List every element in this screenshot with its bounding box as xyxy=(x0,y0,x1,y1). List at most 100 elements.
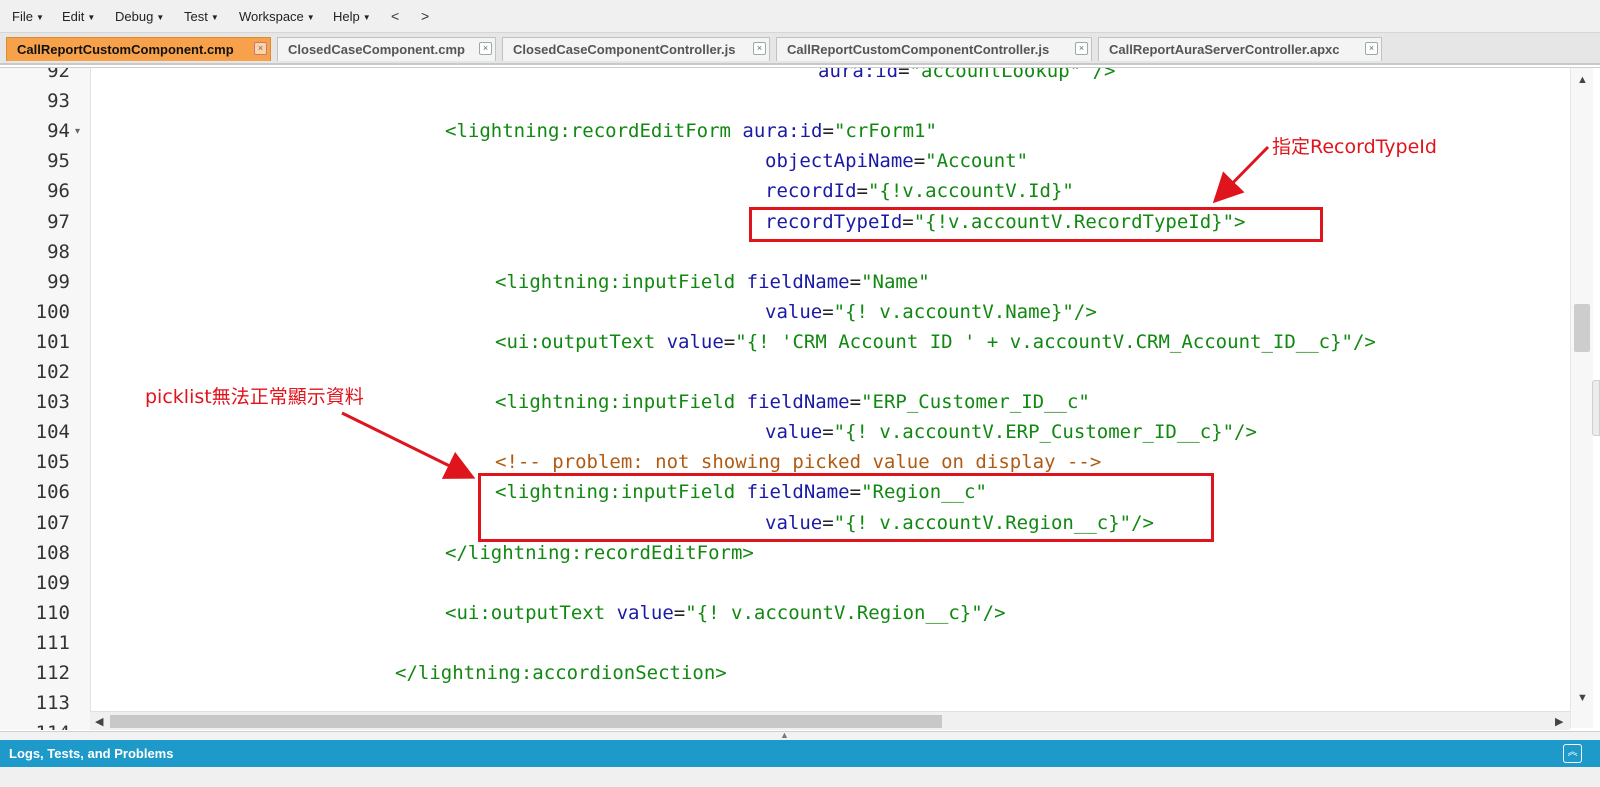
code-token: value xyxy=(765,421,823,444)
tab-callreportauraservercontroller-apxc[interactable]: CallReportAuraServerController.apxc × xyxy=(1098,37,1382,61)
caret-down-icon: ▼ xyxy=(35,13,44,22)
caret-down-icon: ▼ xyxy=(156,13,165,22)
picklist-highlight-box xyxy=(478,473,1214,542)
menu-file[interactable]: File ▼ xyxy=(12,9,44,24)
menu-workspace-label: Workspace xyxy=(239,9,304,24)
vertical-scrollbar[interactable]: ▲ ▼ xyxy=(1570,68,1593,728)
code-token: fieldName xyxy=(746,391,850,414)
code-token: = xyxy=(849,270,862,293)
code-token: = xyxy=(822,120,834,143)
code-token: = xyxy=(822,300,834,323)
scroll-down-icon[interactable]: ▼ xyxy=(1577,692,1588,704)
close-icon[interactable]: × xyxy=(753,42,766,55)
menu-edit-label: Edit xyxy=(62,9,85,24)
menu-test-label: Test xyxy=(184,9,208,24)
close-icon[interactable]: × xyxy=(254,42,267,55)
code-line: <ui:outputText value="{! v.accountV.Regi… xyxy=(445,602,1006,624)
tab-callreportcustomcomponent-cmp[interactable]: CallReportCustomComponent.cmp × xyxy=(6,37,271,61)
close-icon[interactable]: × xyxy=(479,42,492,55)
tab-closedcasecomponentcontroller-js[interactable]: ClosedCaseComponentController.js × xyxy=(502,37,770,61)
code-line: aura:id="accountLookup" /> xyxy=(818,67,1116,82)
close-icon[interactable]: × xyxy=(1365,42,1378,55)
panel-splitter[interactable]: ▲ xyxy=(0,730,1600,740)
code-token: <!-- problem: not showing picked value o… xyxy=(495,451,1102,474)
code-token: "Account" xyxy=(925,150,1029,173)
splitter-up-icon[interactable]: ▲ xyxy=(780,730,789,740)
code-token: <lightning:inputField xyxy=(495,391,747,414)
caret-down-icon: ▼ xyxy=(87,13,96,22)
nav-forward-button[interactable]: > xyxy=(421,8,429,24)
code-token: aura:id xyxy=(742,120,823,143)
code-token: /> xyxy=(1352,330,1376,353)
code-token: /> xyxy=(1081,67,1116,82)
caret-down-icon: ▼ xyxy=(210,13,219,22)
picklist-annotation: picklist無法正常顯示資料 xyxy=(145,386,364,408)
bottom-panel: Logs, Tests, and Problems ︽ xyxy=(0,740,1600,787)
tab-bar: CallReportCustomComponent.cmp × ClosedCa… xyxy=(0,33,1600,65)
menu-debug-label: Debug xyxy=(115,9,154,24)
menu-edit[interactable]: Edit ▼ xyxy=(62,9,95,24)
code-token: "{!v.accountV.Id}" xyxy=(867,180,1074,203)
record-type-highlight-box xyxy=(749,207,1323,242)
code-token: aura:id xyxy=(818,67,899,82)
scroll-left-icon[interactable]: ◀ xyxy=(95,715,103,728)
code-token: objectApiName xyxy=(765,150,914,173)
menu-help-label: Help xyxy=(333,9,360,24)
code-token: = xyxy=(898,67,910,82)
close-icon[interactable]: × xyxy=(1075,42,1088,55)
code-token: fieldName xyxy=(746,270,850,293)
menu-test[interactable]: Test ▼ xyxy=(184,9,219,24)
code-token: = xyxy=(723,330,736,353)
menu-workspace[interactable]: Workspace ▼ xyxy=(239,9,315,24)
tab-label: ClosedCaseComponentController.js xyxy=(513,42,736,57)
code-token: <ui:outputText xyxy=(445,601,617,624)
tab-callreportcustomcomponentcontroller-js[interactable]: CallReportCustomComponentController.js × xyxy=(776,37,1092,61)
double-chevron-up-icon[interactable]: ︽ xyxy=(1563,744,1582,763)
code-line: </lightning:accordionSection> xyxy=(395,662,727,684)
menu-debug[interactable]: Debug ▼ xyxy=(115,9,164,24)
code-token: <ui:outputText xyxy=(495,330,667,353)
side-panel-handle[interactable] xyxy=(1592,380,1600,436)
code-token: = xyxy=(913,150,926,173)
tab-label: CallReportAuraServerController.apxc xyxy=(1109,42,1340,57)
code-token: <lightning:inputField xyxy=(495,270,747,293)
code-token: </lightning:accordionSection> xyxy=(395,662,727,684)
scroll-up-icon[interactable]: ▲ xyxy=(1577,74,1588,86)
caret-down-icon: ▼ xyxy=(306,13,315,22)
code-line: recordId="{!v.accountV.Id}" xyxy=(765,180,1074,202)
code-token: "{! v.accountV.Name}" xyxy=(833,300,1074,323)
code-token: <lightning:recordEditForm xyxy=(445,120,743,143)
code-token: /> xyxy=(982,601,1006,624)
tab-label: ClosedCaseComponent.cmp xyxy=(288,42,465,57)
code-token: = xyxy=(673,601,686,624)
code-line: objectApiName="Account" xyxy=(765,150,1028,172)
code-line: value="{! v.accountV.ERP_Customer_ID__c}… xyxy=(765,421,1257,443)
scroll-right-icon[interactable]: ▶ xyxy=(1555,715,1563,728)
code-token: "crForm1" xyxy=(833,120,937,143)
code-line: <lightning:inputField fieldName="Name" xyxy=(495,271,930,293)
record-type-annotation: 指定RecordTypeId xyxy=(1272,136,1437,158)
code-line: <lightning:inputField fieldName="ERP_Cus… xyxy=(495,391,1090,413)
code-line: </lightning:recordEditForm> xyxy=(445,542,754,564)
code-token: /> xyxy=(1234,421,1257,444)
caret-down-icon: ▼ xyxy=(362,13,371,22)
code-token: /> xyxy=(1073,300,1097,323)
code-token: value xyxy=(616,601,674,624)
code-token: "{! v.accountV.Region__c}" xyxy=(685,601,983,624)
code-token: </lightning:recordEditForm> xyxy=(445,541,754,564)
horizontal-scrollbar[interactable]: ◀ ▶ xyxy=(90,711,1570,730)
tab-label: CallReportCustomComponent.cmp xyxy=(17,42,234,57)
horizontal-scroll-thumb[interactable] xyxy=(110,715,942,728)
menu-help[interactable]: Help ▼ xyxy=(333,9,371,24)
vertical-scroll-thumb[interactable] xyxy=(1574,304,1590,352)
code-line: <ui:outputText value="{! 'CRM Account ID… xyxy=(495,331,1376,353)
code-line: <lightning:recordEditForm aura:id="crFor… xyxy=(445,120,937,142)
menu-file-label: File xyxy=(12,9,33,24)
code-token: value xyxy=(765,300,823,323)
bottom-panel-header[interactable]: Logs, Tests, and Problems ︽ xyxy=(0,740,1600,767)
code-token: "{! 'CRM Account ID ' + v.accountV.CRM_A… xyxy=(735,330,1353,353)
tab-closedcasecomponent-cmp[interactable]: ClosedCaseComponent.cmp × xyxy=(277,37,496,61)
nav-back-button[interactable]: < xyxy=(391,8,399,24)
code-token: recordId xyxy=(765,180,857,203)
code-token: = xyxy=(849,391,862,414)
